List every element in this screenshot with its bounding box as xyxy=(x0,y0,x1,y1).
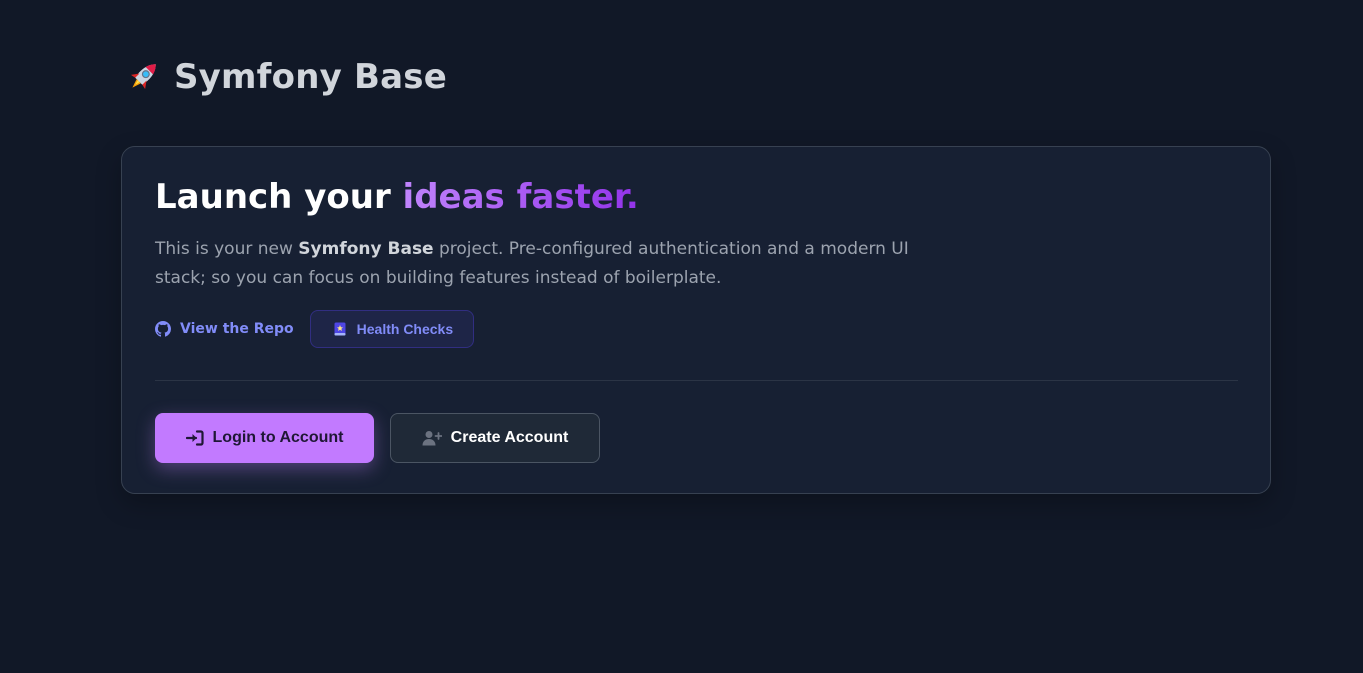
view-repo-label: View the Repo xyxy=(180,321,294,337)
health-checks-label: Health Checks xyxy=(356,321,454,337)
hero-card: Launch your ideas faster. This is your n… xyxy=(121,146,1271,494)
health-checks-button[interactable]: Health Checks xyxy=(309,310,475,348)
site-header: Symfony Base xyxy=(122,56,447,98)
section-divider xyxy=(155,380,1238,381)
hero-description-prefix: This is your new xyxy=(155,239,299,259)
account-actions: Login to Account Create Account xyxy=(155,413,600,463)
hero-description-project-name: Symfony Base xyxy=(298,239,434,259)
hero-heading-plain: Launch your xyxy=(155,177,403,217)
book-icon xyxy=(333,322,347,336)
login-button-label: Login to Account xyxy=(212,429,344,446)
page: Symfony Base Launch your ideas faster. T… xyxy=(0,0,1363,673)
login-arrow-icon xyxy=(185,430,204,446)
resource-links: View the Repo Health Checks xyxy=(155,310,475,348)
hero-heading-accent: ideas faster. xyxy=(402,177,639,217)
login-button[interactable]: Login to Account xyxy=(155,413,374,463)
create-account-button[interactable]: Create Account xyxy=(390,413,600,463)
site-title: Symfony Base xyxy=(174,57,447,97)
github-icon xyxy=(155,321,171,337)
hero-description: This is your new Symfony Base project. P… xyxy=(155,235,935,293)
hero-heading: Launch your ideas faster. xyxy=(155,177,639,217)
rocket-icon xyxy=(122,56,164,98)
view-repo-link[interactable]: View the Repo xyxy=(155,321,294,337)
user-plus-icon xyxy=(422,430,442,446)
create-account-label: Create Account xyxy=(450,429,569,446)
